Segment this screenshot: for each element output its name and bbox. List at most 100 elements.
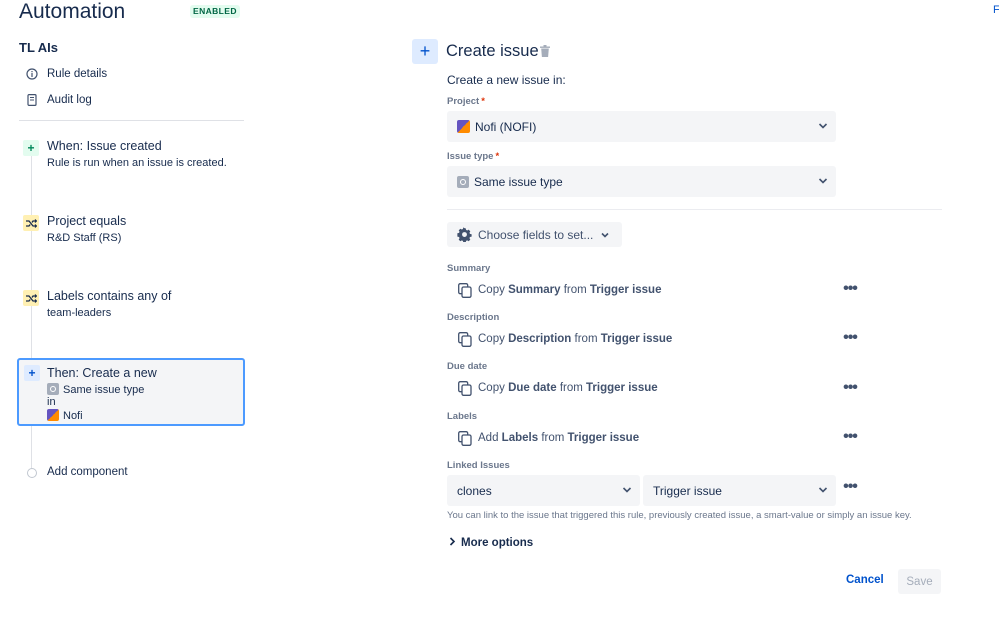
project-field-label: Project * (447, 96, 485, 107)
plus-icon: + (412, 39, 438, 64)
copy-field: Due date (508, 382, 557, 394)
document-icon (25, 93, 39, 107)
chevron-down-icon (818, 178, 828, 184)
project-label-text: Project (447, 96, 480, 107)
choose-fields-label: Choose fields to set... (478, 227, 594, 242)
copy-icon (458, 282, 472, 298)
cancel-button[interactable]: Cancel (846, 574, 884, 586)
step-subtitle: team-leaders (47, 307, 112, 319)
step-title: When: Issue created (47, 139, 162, 153)
copy-from: from (574, 333, 598, 345)
copy-from: from (559, 382, 583, 394)
step-in-text: in (47, 396, 56, 408)
summary-copy-row[interactable]: Copy Summary from Trigger issue (458, 281, 661, 299)
more-actions-icon[interactable]: ••• (840, 380, 860, 397)
project-avatar-icon (457, 120, 470, 133)
choose-fields-button[interactable]: Choose fields to set... (447, 222, 622, 247)
issue-type-select[interactable]: Same issue type (447, 166, 836, 197)
timeline-end-dot (27, 468, 37, 478)
required-mark: * (495, 151, 500, 162)
due-date-field-label: Due date (447, 361, 488, 372)
sidebar-divider (19, 120, 244, 121)
status-badge: ENABLED (190, 5, 240, 18)
app-title: Automation (19, 0, 126, 23)
copy-from: from (563, 284, 587, 296)
chevron-down-icon (622, 487, 632, 493)
save-button[interactable]: Save (898, 569, 941, 594)
copy-verb: Copy (478, 284, 505, 296)
copy-verb: Copy (478, 333, 505, 345)
step-subtitle: R&D Staff (RS) (47, 232, 122, 244)
copy-field: Labels (501, 432, 539, 444)
plus-icon: + (24, 365, 40, 381)
nav-label: Rule details (47, 68, 108, 80)
issue-type-field-label: Issue type * (447, 151, 499, 162)
shuffle-icon (23, 215, 39, 231)
description-copy-row[interactable]: Copy Description from Trigger issue (458, 330, 672, 348)
chevron-down-icon (818, 123, 828, 129)
copy-field: Summary (508, 284, 561, 296)
copy-verb: Copy (478, 382, 505, 394)
nav-label: Audit log (47, 94, 92, 106)
more-actions-icon[interactable]: ••• (840, 281, 860, 298)
labels-field-label: Labels (447, 411, 478, 422)
step-title: Project equals (47, 214, 127, 228)
step-title: Labels contains any of (47, 289, 172, 303)
linked-issues-label: Linked Issues (447, 460, 510, 471)
labels-copy-row[interactable]: Add Labels from Trigger issue (458, 429, 639, 447)
more-options-toggle[interactable]: More options (449, 537, 533, 549)
issue-type-select-value: Same issue type (474, 174, 563, 189)
nav-audit-log[interactable]: Audit log (25, 90, 92, 110)
trash-icon[interactable] (540, 45, 550, 57)
shuffle-icon (23, 290, 39, 306)
copy-icon (458, 331, 472, 347)
step-subtitle: Rule is run when an issue is created. (47, 157, 227, 169)
header-corner-link[interactable]: F (993, 4, 999, 16)
issue-type-label-text: Issue type (447, 151, 494, 162)
step-project: Nofi (47, 409, 83, 422)
copy-source: Trigger issue (586, 382, 658, 394)
copy-field: Description (508, 333, 572, 345)
description-field-label: Description (447, 312, 500, 323)
due-date-copy-row[interactable]: Copy Due date from Trigger issue (458, 379, 658, 397)
panel-intro: Create a new issue in: (447, 73, 566, 87)
copy-icon (458, 380, 472, 396)
required-mark: * (481, 96, 485, 107)
link-type-value: clones (457, 483, 492, 498)
info-icon (25, 67, 39, 81)
link-target-select[interactable]: Trigger issue (643, 475, 836, 506)
panel-title: Create issue (446, 42, 539, 60)
more-actions-icon[interactable]: ••• (840, 429, 860, 446)
more-actions-icon[interactable]: ••• (840, 330, 860, 347)
panel-divider (447, 209, 942, 210)
chevron-down-icon (601, 232, 609, 238)
copy-source: Trigger issue (589, 284, 662, 296)
step-title: Then: Create a new (47, 366, 157, 380)
step-project-label: Nofi (63, 410, 83, 422)
project-select-value: Nofi (NOFI) (475, 119, 537, 134)
project-select[interactable]: Nofi (NOFI) (447, 111, 836, 142)
chevron-right-icon (449, 537, 456, 549)
copy-icon (458, 430, 472, 446)
step-action-selected[interactable]: + Then: Create a new Same issue type in … (17, 358, 245, 426)
copy-from: from (541, 432, 565, 444)
step-issue-type: Same issue type (47, 383, 144, 396)
chevron-down-icon (818, 487, 828, 493)
linked-issues-helper-text: You can link to the issue that triggered… (447, 510, 912, 521)
more-actions-icon[interactable]: ••• (840, 479, 860, 496)
issue-type-icon (457, 175, 469, 188)
copy-verb: Add (478, 432, 499, 444)
more-options-label: More options (461, 537, 534, 549)
summary-field-label: Summary (447, 263, 491, 274)
add-component-link[interactable]: Add component (47, 466, 128, 478)
copy-source: Trigger issue (567, 432, 640, 444)
plus-icon: + (23, 140, 39, 156)
step-issue-type-label: Same issue type (63, 384, 145, 396)
project-avatar-icon (47, 409, 59, 421)
rule-name: TL AIs (19, 40, 59, 55)
link-type-select[interactable]: clones (447, 475, 640, 506)
nav-rule-details[interactable]: Rule details (25, 64, 107, 84)
copy-source: Trigger issue (600, 333, 673, 345)
gear-icon (457, 227, 472, 242)
link-target-value: Trigger issue (653, 483, 722, 498)
